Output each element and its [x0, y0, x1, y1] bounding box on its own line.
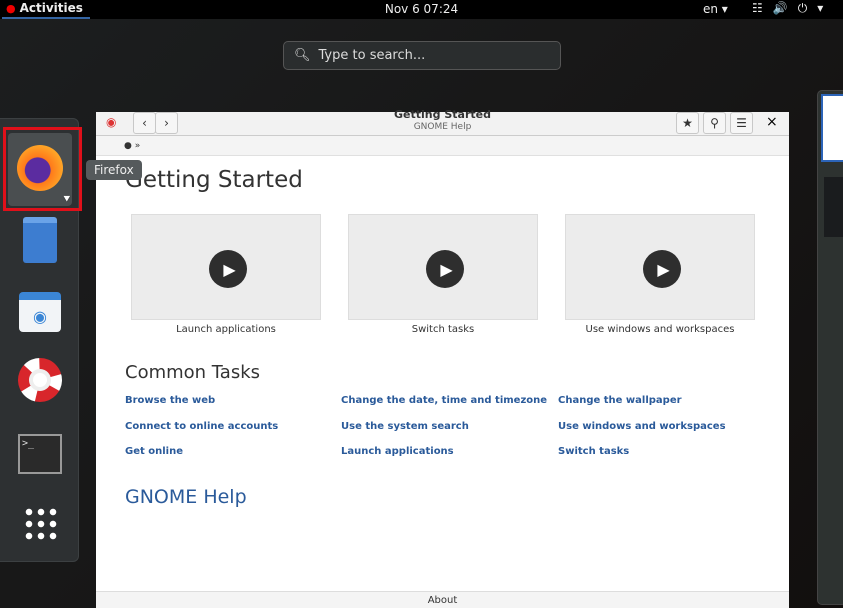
common-tasks-heading: Common Tasks [125, 362, 261, 383]
network-icon: ☷ [752, 1, 763, 15]
task-link[interactable]: Change the wallpaper [558, 395, 682, 406]
task-link[interactable]: Launch applications [341, 446, 454, 457]
video-launch-applications[interactable]: ▶ [131, 214, 321, 320]
close-button[interactable]: × [766, 114, 778, 130]
help-launcher[interactable] [14, 354, 66, 406]
help-window: ◉ ‹ › Getting Started GNOME Help ★ ⚲ ☰ ×… [96, 108, 789, 608]
firefox-launcher[interactable] [14, 142, 66, 194]
bookmark-button[interactable]: ★ [676, 112, 699, 134]
workspace-thumbnail-active[interactable] [821, 94, 843, 162]
breadcrumb: ● » [96, 136, 789, 156]
video-label: Use windows and workspaces [585, 324, 735, 335]
software-icon: ◉ [19, 292, 61, 332]
video-switch-tasks[interactable]: ▶ [348, 214, 538, 320]
system-menu[interactable]: ☷ 🔊 ⏻ ▾ [752, 1, 823, 16]
workspace-switcher[interactable] [817, 90, 843, 605]
software-launcher[interactable]: ◉ [14, 286, 66, 338]
files-icon [23, 217, 57, 263]
task-link[interactable]: Use the system search [341, 421, 469, 432]
mouse-cursor-icon: ⯆ [62, 192, 72, 206]
language-selector[interactable]: en ▾ [703, 2, 728, 16]
task-link[interactable]: Get online [125, 446, 183, 457]
task-link[interactable]: Connect to online accounts [125, 421, 278, 432]
about-link[interactable]: About [96, 591, 789, 608]
volume-icon: 🔊 [772, 1, 788, 15]
header-bar: ◉ ‹ › Getting Started GNOME Help ★ ⚲ ☰ × [96, 108, 789, 136]
menu-button[interactable]: ☰ [730, 112, 753, 134]
dock-tooltip: Firefox [86, 160, 142, 180]
video-label: Launch applications [176, 324, 276, 335]
play-icon: ▶ [209, 250, 247, 288]
search-placeholder: Type to search... [318, 48, 426, 63]
top-bar: ● Activities Nov 6 07:24 en ▾ ☷ 🔊 ⏻ ▾ [0, 0, 843, 19]
play-icon: ▶ [643, 250, 681, 288]
show-applications-button[interactable] [14, 497, 66, 549]
task-link[interactable]: Use windows and workspaces [558, 421, 726, 432]
video-windows-workspaces[interactable]: ▶ [565, 214, 755, 320]
lifebuoy-icon [18, 358, 62, 402]
task-link[interactable]: Browse the web [125, 395, 215, 406]
terminal-icon: >_ [18, 434, 62, 474]
firefox-icon [17, 145, 63, 191]
workspace-thumbnail[interactable] [824, 177, 843, 237]
terminal-launcher[interactable]: >_ [14, 428, 66, 480]
system-menu-arrow: ▾ [817, 1, 824, 15]
breadcrumb-separator: » [134, 141, 141, 151]
play-icon: ▶ [426, 250, 464, 288]
search-input[interactable]: 🔍︎ Type to search... [283, 41, 561, 70]
search-icon: 🔍︎ [294, 48, 311, 63]
activities-underline [2, 17, 90, 19]
task-link[interactable]: Switch tasks [558, 446, 629, 457]
power-icon: ⏻ [797, 1, 808, 15]
files-launcher[interactable] [14, 214, 66, 266]
app-grid-icon [23, 506, 57, 540]
page-title: Getting Started [125, 167, 303, 193]
gnome-help-link[interactable]: GNOME Help [125, 486, 247, 508]
home-crumb-icon[interactable]: ● [124, 141, 132, 151]
video-label: Switch tasks [411, 324, 475, 335]
search-button[interactable]: ⚲ [703, 112, 726, 134]
task-link[interactable]: Change the date, time and timezone [341, 395, 547, 406]
